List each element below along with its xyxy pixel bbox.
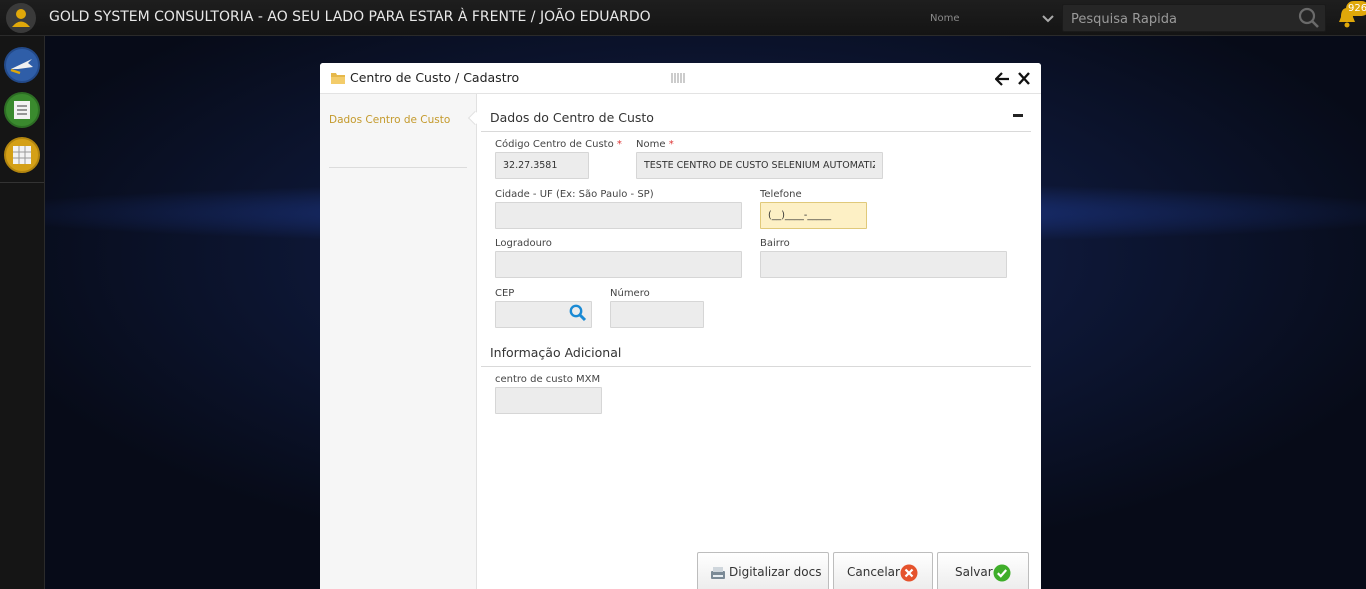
folder-icon bbox=[331, 73, 345, 84]
nome-field[interactable] bbox=[636, 152, 883, 179]
user-avatar[interactable] bbox=[6, 3, 36, 33]
bairro-field[interactable] bbox=[760, 251, 1007, 278]
mxm-label: centro de custo MXM bbox=[495, 374, 601, 385]
top-bar: GOLD SYSTEM CONSULTORIA - AO SEU LADO PA… bbox=[0, 0, 1366, 36]
arrow-left-icon[interactable] bbox=[995, 72, 1009, 86]
search-icon[interactable] bbox=[569, 304, 587, 322]
section-title-extra: Informação Adicional bbox=[490, 345, 622, 360]
mxm-field[interactable] bbox=[495, 387, 602, 414]
modal-content: Dados do Centro de Custo Código Centro d… bbox=[477, 94, 1041, 589]
grid-icon bbox=[13, 146, 31, 164]
cancel-icon bbox=[900, 564, 918, 582]
codigo-label: Código Centro de Custo * bbox=[495, 139, 622, 150]
cost-center-modal: Centro de Custo / Cadastro Dados Centro … bbox=[320, 63, 1041, 589]
numero-field[interactable] bbox=[610, 301, 704, 328]
cancel-label: Cancelar bbox=[847, 565, 900, 579]
rail-button-quill[interactable] bbox=[4, 47, 40, 83]
modal-header: Centro de Custo / Cadastro bbox=[320, 63, 1041, 94]
nome-label: Nome * bbox=[636, 139, 674, 150]
cidade-field[interactable] bbox=[495, 202, 742, 229]
user-icon bbox=[12, 9, 30, 27]
section-rule bbox=[481, 131, 1031, 132]
notification-badge: 926 bbox=[1346, 1, 1366, 16]
bairro-label: Bairro bbox=[760, 238, 790, 249]
cep-label: CEP bbox=[495, 288, 515, 299]
drag-handle-icon[interactable] bbox=[671, 73, 687, 83]
digitalizar-label: Digitalizar docs bbox=[729, 565, 822, 579]
section-title-main: Dados do Centro de Custo bbox=[490, 110, 654, 125]
list-icon bbox=[14, 101, 30, 119]
rail-button-grid[interactable] bbox=[4, 137, 40, 173]
left-rail bbox=[0, 36, 45, 589]
telefone-label: Telefone bbox=[760, 189, 802, 200]
rail-divider bbox=[0, 182, 44, 183]
numero-label: Número bbox=[610, 288, 650, 299]
collapse-icon[interactable] bbox=[1013, 114, 1023, 117]
save-label: Salvar bbox=[955, 565, 993, 579]
search-type-select[interactable]: Nome bbox=[930, 13, 960, 24]
close-icon[interactable] bbox=[1018, 72, 1030, 85]
cidade-label: Cidade - UF (Ex: São Paulo - SP) bbox=[495, 189, 654, 200]
modal-title: Centro de Custo / Cadastro bbox=[350, 70, 520, 85]
modal-nav: Dados Centro de Custo bbox=[320, 94, 476, 589]
quick-search-box bbox=[1062, 4, 1326, 32]
logradouro-field[interactable] bbox=[495, 251, 742, 278]
quick-search-input[interactable] bbox=[1071, 9, 1291, 29]
search-icon[interactable] bbox=[1298, 7, 1320, 29]
save-button[interactable]: Salvar bbox=[937, 552, 1029, 589]
app-title: GOLD SYSTEM CONSULTORIA - AO SEU LADO PA… bbox=[49, 9, 651, 25]
quill-icon bbox=[10, 59, 33, 75]
telefone-field[interactable] bbox=[760, 202, 867, 229]
chevron-down-icon[interactable] bbox=[1041, 9, 1055, 27]
check-icon bbox=[993, 564, 1011, 582]
section-rule bbox=[481, 366, 1031, 367]
nav-item-dados[interactable]: Dados Centro de Custo bbox=[329, 114, 450, 126]
nav-underline bbox=[329, 167, 467, 168]
scanner-icon bbox=[711, 567, 725, 579]
digitalizar-button[interactable]: Digitalizar docs bbox=[697, 552, 829, 589]
cancel-button[interactable]: Cancelar bbox=[833, 552, 933, 589]
rail-button-list[interactable] bbox=[4, 92, 40, 128]
logradouro-label: Logradouro bbox=[495, 238, 552, 249]
codigo-field[interactable] bbox=[495, 152, 589, 179]
